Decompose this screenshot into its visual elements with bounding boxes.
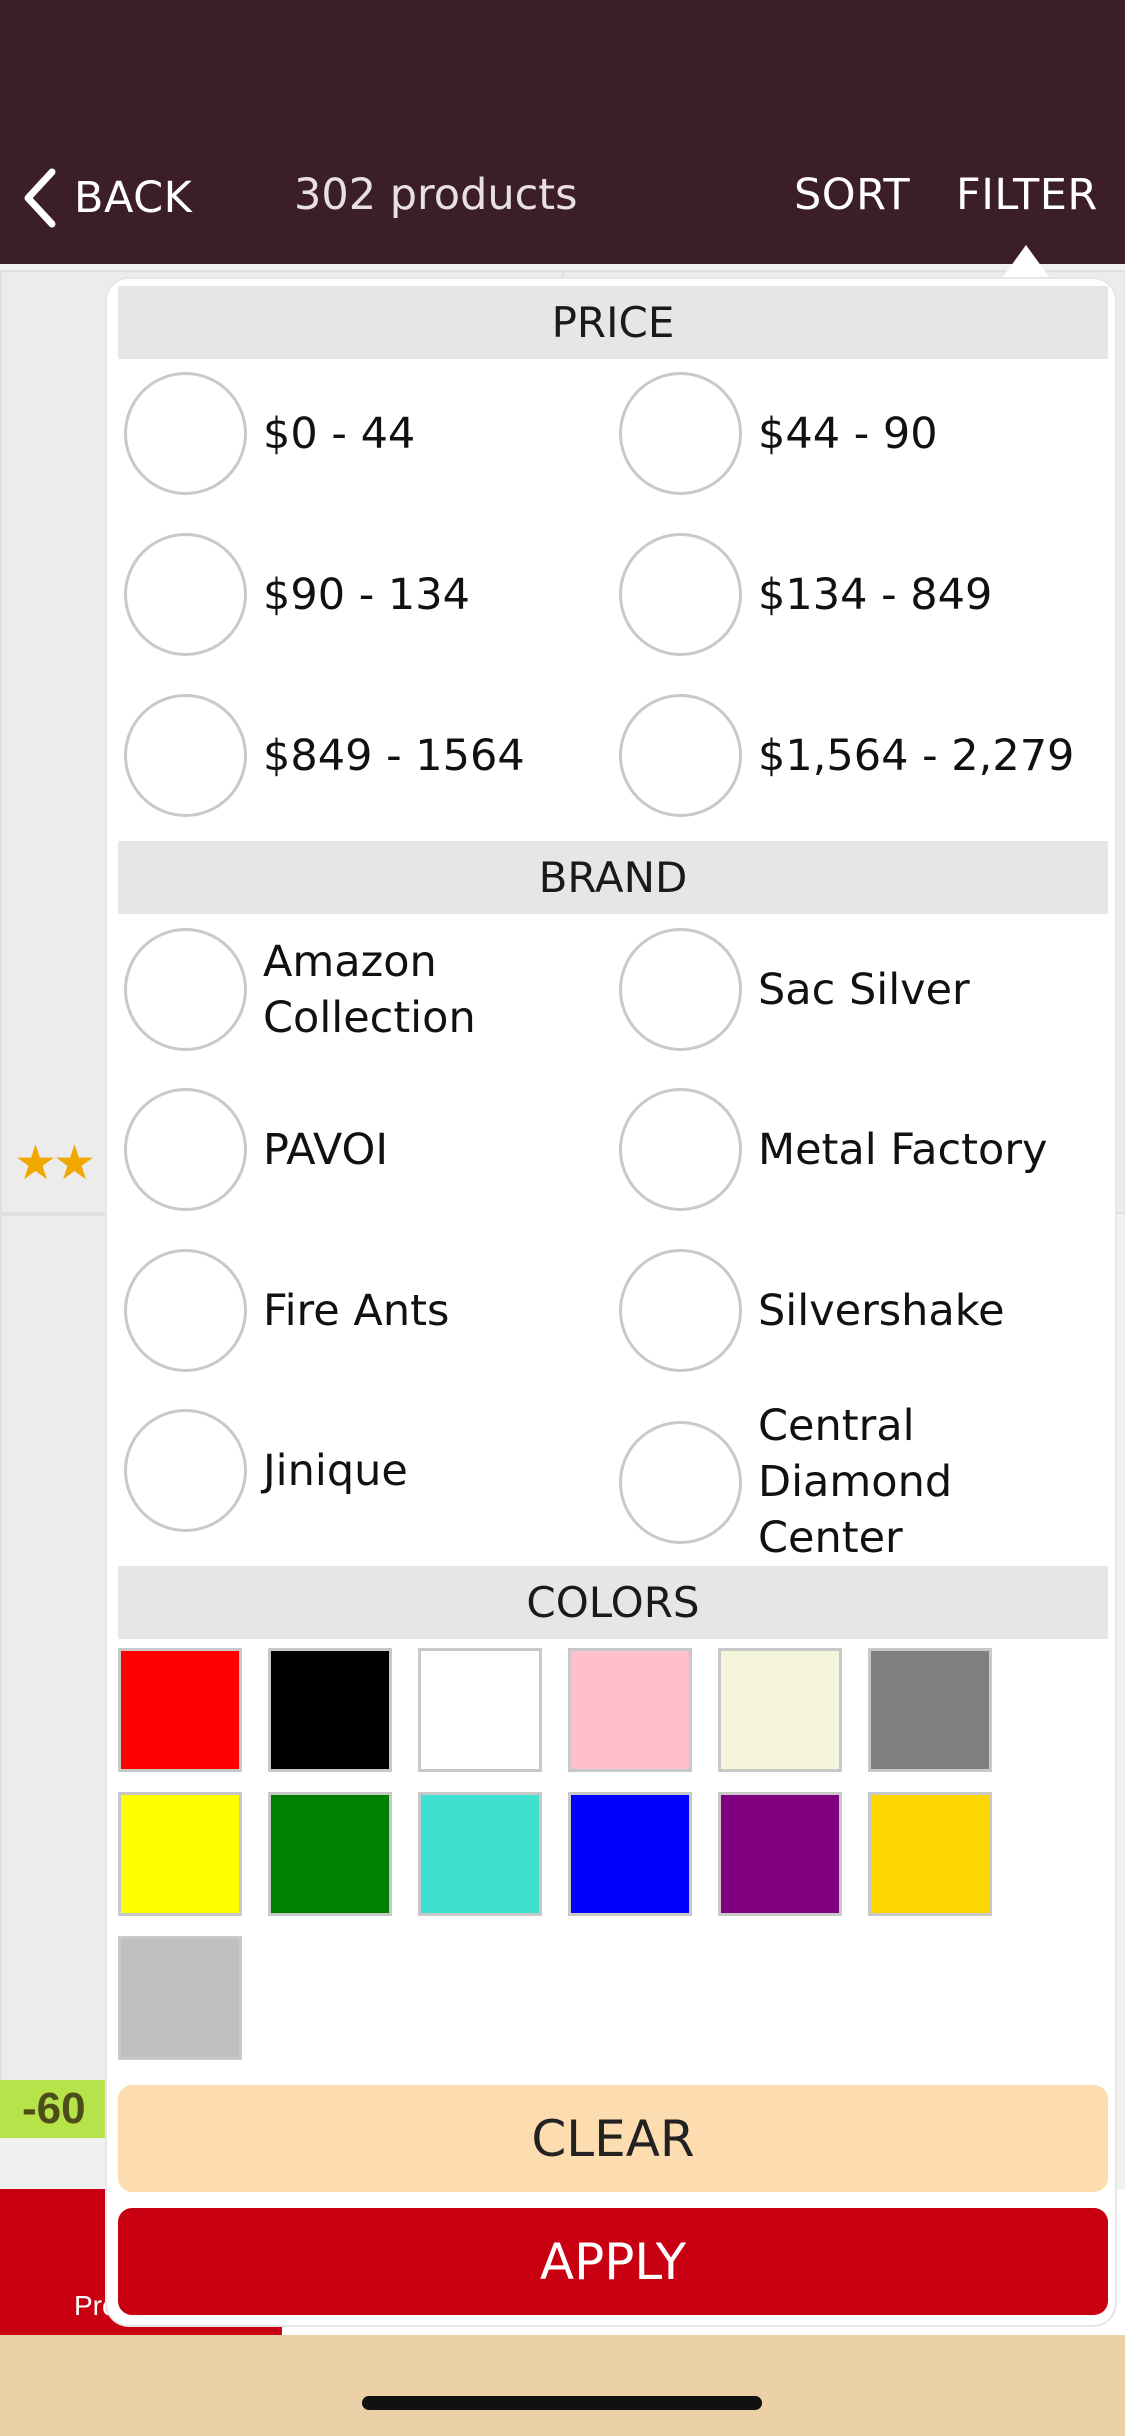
color-swatch-yellow[interactable] — [118, 1792, 242, 1916]
apply-button[interactable]: APPLY — [118, 2208, 1108, 2315]
radio-button[interactable] — [124, 1249, 247, 1372]
brand-option-label: Sac Silver — [758, 964, 970, 1015]
color-swatch-red[interactable] — [118, 1648, 242, 1772]
radio-button[interactable] — [124, 694, 247, 817]
brand-option[interactable]: Silvershake — [619, 1249, 1005, 1372]
price-option-label: $1,564 - 2,279 — [758, 730, 1075, 781]
brand-option[interactable]: Sac Silver — [619, 928, 970, 1051]
color-swatch-silver[interactable] — [118, 1936, 242, 2060]
price-option[interactable]: $90 - 134 — [124, 533, 470, 656]
brand-option[interactable]: Central Diamond Center — [619, 1398, 952, 1566]
radio-button[interactable] — [619, 1420, 742, 1544]
color-swatch-blue[interactable] — [568, 1792, 692, 1916]
color-swatch-black[interactable] — [268, 1648, 392, 1772]
clear-button[interactable]: CLEAR — [118, 2085, 1108, 2192]
filter-button[interactable]: FILTER — [956, 170, 1098, 220]
brand-option[interactable]: Jinique — [124, 1409, 408, 1532]
top-nav-bar: BACK 302 products SORT FILTER — [0, 0, 1125, 264]
radio-button[interactable] — [619, 694, 742, 817]
color-swatch-pink[interactable] — [568, 1648, 692, 1772]
color-swatch-turquoise[interactable] — [418, 1792, 542, 1916]
brand-option[interactable]: Metal Factory — [619, 1088, 1047, 1211]
brand-option-label: PAVOI — [263, 1124, 389, 1175]
color-swatch-gray[interactable] — [868, 1648, 992, 1772]
popover-arrow — [1000, 245, 1052, 281]
color-swatch-beige[interactable] — [718, 1648, 842, 1772]
radio-button[interactable] — [619, 372, 742, 495]
radio-button[interactable] — [619, 533, 742, 656]
price-option-label: $134 - 849 — [758, 569, 993, 620]
back-button[interactable]: BACK — [22, 158, 192, 238]
brand-option-label: Metal Factory — [758, 1124, 1048, 1175]
brand-option[interactable]: PAVOI — [124, 1088, 388, 1211]
brand-option[interactable]: Fire Ants — [124, 1249, 449, 1372]
discount-badge: -60 — [0, 2080, 120, 2138]
radio-button[interactable] — [124, 1088, 247, 1211]
price-option[interactable]: $134 - 849 — [619, 533, 992, 656]
price-option[interactable]: $849 - 1564 — [124, 694, 525, 817]
brand-option-label: Amazon Collection — [263, 936, 476, 1043]
color-swatch-gold[interactable] — [868, 1792, 992, 1916]
chevron-left-icon — [24, 168, 56, 228]
radio-button[interactable] — [124, 533, 247, 656]
price-option[interactable]: $0 - 44 — [124, 372, 415, 495]
price-section-header: PRICE — [118, 286, 1108, 359]
price-option[interactable]: $1,564 - 2,279 — [619, 694, 1074, 817]
price-option[interactable]: $44 - 90 — [619, 372, 938, 495]
product-count: 302 products — [294, 170, 578, 220]
sort-button[interactable]: SORT — [794, 170, 910, 220]
brand-option[interactable]: Amazon Collection — [124, 928, 476, 1051]
radio-button[interactable] — [124, 372, 247, 495]
price-option-label: $44 - 90 — [758, 408, 938, 459]
radio-button[interactable] — [124, 1409, 247, 1532]
brand-section-header: BRAND — [118, 841, 1108, 914]
price-option-label: $0 - 44 — [263, 408, 416, 459]
back-label: BACK — [74, 173, 193, 223]
rating-stars: ★★ — [14, 1137, 96, 1190]
color-swatch-purple[interactable] — [718, 1792, 842, 1916]
price-option-label: $90 - 134 — [263, 569, 471, 620]
color-swatch-green[interactable] — [268, 1792, 392, 1916]
radio-button[interactable] — [619, 1088, 742, 1211]
brand-option-label: Central Diamond Center — [758, 1401, 953, 1563]
colors-section-header: COLORS — [118, 1566, 1108, 1639]
radio-button[interactable] — [124, 928, 247, 1051]
color-swatch-white[interactable] — [418, 1648, 542, 1772]
radio-button[interactable] — [619, 928, 742, 1051]
home-indicator — [362, 2396, 762, 2410]
radio-button[interactable] — [619, 1249, 742, 1372]
brand-option-label: Fire Ants — [263, 1285, 450, 1336]
brand-option-label: Jinique — [263, 1445, 408, 1496]
price-option-label: $849 - 1564 — [263, 730, 525, 781]
brand-option-label: Silvershake — [758, 1285, 1005, 1336]
